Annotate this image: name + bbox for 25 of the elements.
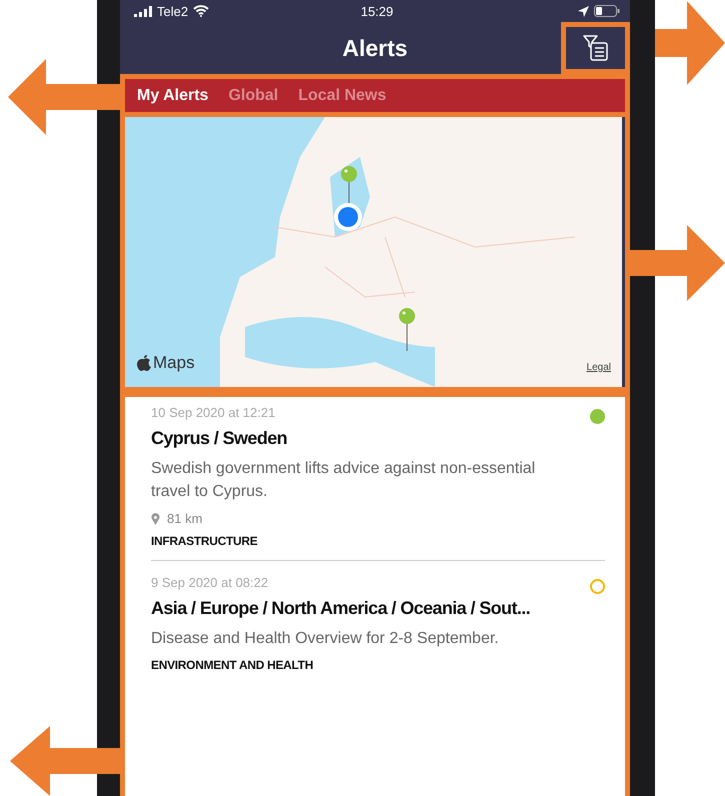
alert-date: 10 Sep 2020 at 12:21: [151, 405, 276, 420]
tab[interactable]: My Alerts: [137, 86, 208, 104]
screen-title: Alerts: [342, 34, 408, 62]
alert-description: Swedish government lifts advice against non-essential travel to Cyprus.: [151, 459, 536, 502]
clock-time: 15:29: [360, 4, 394, 18]
alert-title[interactable]: Cyprus / Sweden: [151, 428, 605, 449]
alert-category: INFRASTRUCTURE: [151, 534, 258, 548]
distance-text: 81 km: [167, 511, 202, 526]
filter-button[interactable]: [561, 22, 630, 74]
maps-logo-text: Maps: [153, 353, 195, 373]
carrier-name: Tele2: [157, 4, 188, 18]
location-arrow-icon: [578, 6, 589, 16]
location-pin-icon: [151, 512, 160, 524]
signal-icon: [134, 6, 152, 16]
wifi-icon: [193, 5, 210, 17]
battery-icon: [594, 5, 620, 17]
filter-list-icon: [580, 33, 610, 63]
alert-title[interactable]: Asia / Europe / North America / Oceania / Sout...: [151, 598, 605, 619]
location-dot-icon: [333, 202, 363, 232]
legal-link[interactable]: Legal: [586, 362, 611, 373]
map-pin-icon: [397, 307, 417, 353]
alert-date: 9 Sep 2020 at 08:22: [151, 575, 268, 590]
alert-category: ENVIRONMENT AND HEALTH: [151, 658, 314, 672]
alert-description: Disease and Health Overview for 2-8 September.: [151, 629, 500, 649]
apple-logo-icon: [137, 355, 151, 371]
